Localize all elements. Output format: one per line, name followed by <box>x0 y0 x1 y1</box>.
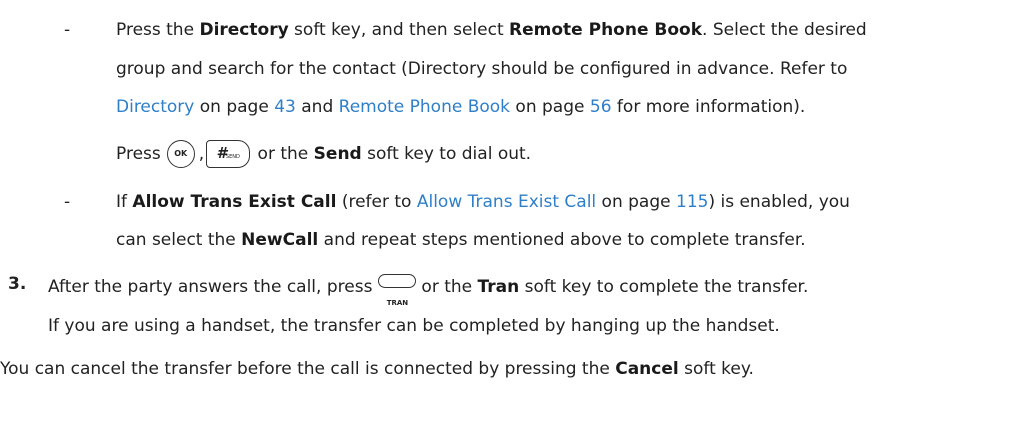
text: or the <box>421 277 478 297</box>
allow-trans-exist-call-link[interactable]: Allow Trans Exist Call <box>417 192 596 212</box>
bullet1-line3: Directory on page 43 and Remote Phone Bo… <box>116 95 805 119</box>
step-number: 3. <box>8 274 27 294</box>
remote-phone-book-link[interactable]: Remote Phone Book <box>339 97 510 117</box>
bullet1-line4: Press OK, #SEND or the Send soft key to di… <box>116 140 531 168</box>
text: After the party answers the call, press <box>48 277 373 297</box>
step3-line2: If you are using a handset, the transfer… <box>48 316 780 336</box>
bullet1-line1: Press the Directory soft key, and then s… <box>116 18 867 42</box>
text: on page <box>596 192 676 212</box>
cancel-softkey-label: Cancel <box>615 359 679 379</box>
text: If <box>116 192 133 212</box>
remote-phone-book-label: Remote Phone Book <box>509 20 703 40</box>
tran-softkey-label: Tran <box>477 277 520 297</box>
text: can select the <box>116 230 242 250</box>
send-key-sub: SEND <box>225 154 240 160</box>
step3-line1: After the party answers the call, press T… <box>48 272 809 307</box>
text: or the <box>252 144 314 164</box>
bullet-marker: - <box>64 192 71 212</box>
text: Press the <box>116 20 200 40</box>
allow-trans-exist-call-label: Allow Trans Exist Call <box>132 192 337 212</box>
bullet1-line2: group and search for the contact (Direct… <box>116 59 848 79</box>
send-softkey-label: Send <box>313 144 362 164</box>
bullet2-line2: can select the NewCall and repeat steps … <box>116 228 806 252</box>
tran-key-cap <box>378 274 417 288</box>
text: You can cancel the transfer before the c… <box>0 359 616 379</box>
send-key-hash: # <box>216 144 226 162</box>
text: Press <box>116 144 161 164</box>
text: and repeat steps mentioned above to comp… <box>318 230 806 250</box>
text: soft key to dial out. <box>361 144 532 164</box>
tran-key-icon: TRAN <box>376 272 418 307</box>
text: on page <box>194 97 275 117</box>
tran-key-label: TRAN <box>386 299 409 307</box>
text: , <box>198 144 205 164</box>
page-115-link[interactable]: 115 <box>676 192 708 212</box>
newcall-softkey-label: NewCall <box>241 230 319 250</box>
text: soft key to complete the transfer. <box>519 277 809 297</box>
cancel-note: You can cancel the transfer before the c… <box>0 357 754 381</box>
send-key-icon: #SEND <box>206 140 251 168</box>
bullet-marker: - <box>64 20 71 40</box>
text: soft key, and then select <box>288 20 510 40</box>
text: soft key. <box>678 359 754 379</box>
page-56-link[interactable]: 56 <box>590 97 612 117</box>
bullet2-line1: If Allow Trans Exist Call (refer to Allo… <box>116 190 850 214</box>
text: on page <box>510 97 590 117</box>
text: ) is enabled, you <box>708 192 850 212</box>
page-43-link[interactable]: 43 <box>274 97 296 117</box>
directory-softkey-label: Directory <box>199 20 289 40</box>
text: (refer to <box>336 192 417 212</box>
text: . Select the desired <box>702 20 867 40</box>
text: for more information). <box>611 97 806 117</box>
text: and <box>295 97 339 117</box>
directory-link[interactable]: Directory <box>116 97 194 117</box>
ok-key-icon: OK <box>166 140 195 168</box>
